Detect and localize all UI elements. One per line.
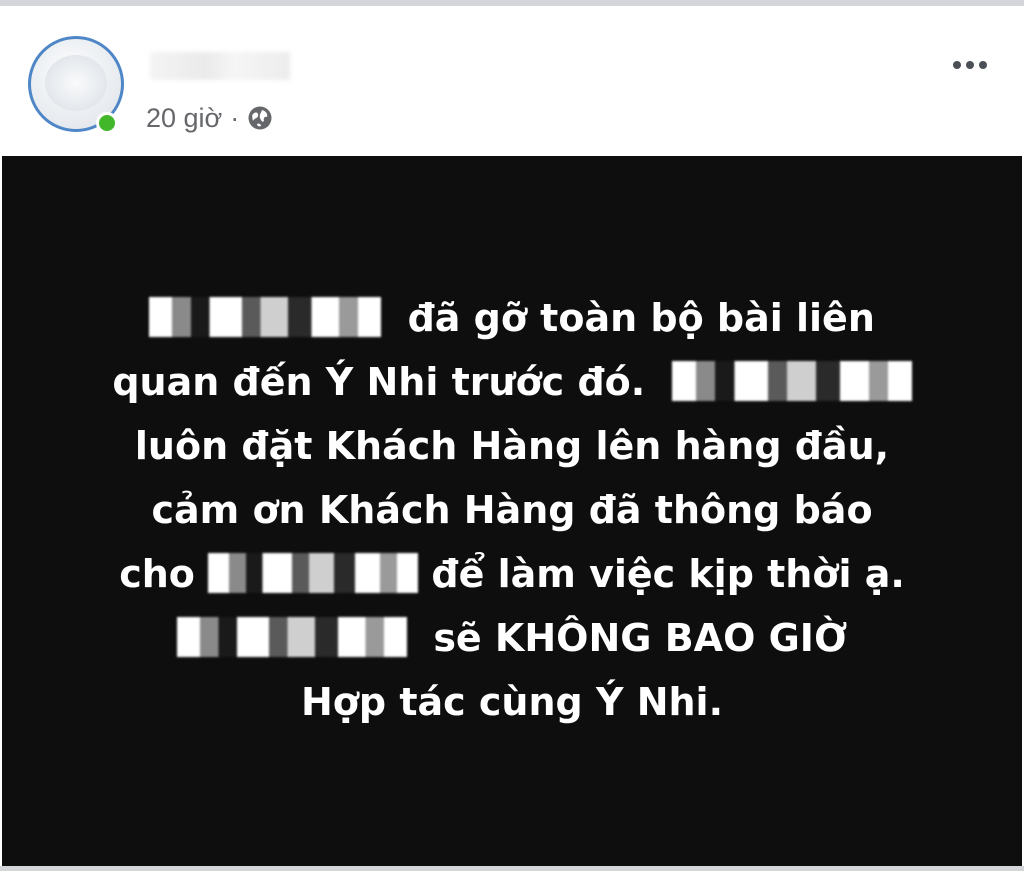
meta-separator: ·: [230, 102, 240, 133]
more-dot: [979, 61, 987, 69]
status-line-text: cho: [119, 552, 195, 596]
status-line-6: sẽ KHÔNG BAO GIỜ: [2, 606, 1022, 670]
status-line-5: cho để làm việc kịp thời ạ.: [2, 542, 1022, 606]
redacted-pixelation: [149, 297, 382, 337]
post-meta: 20 giờ ·: [146, 98, 273, 138]
post-timestamp[interactable]: 20 giờ: [146, 103, 222, 134]
bottom-divider: [0, 866, 1024, 871]
author-name-redacted[interactable]: [150, 52, 290, 80]
redacted-pixelation: [208, 553, 419, 593]
more-dot: [953, 61, 961, 69]
globe-icon[interactable]: [247, 105, 273, 131]
online-status-icon: [96, 112, 118, 134]
status-text: đã gỡ toàn bộ bài liên quan đến Ý Nhi tr…: [2, 286, 1022, 734]
more-options-icon[interactable]: [946, 50, 994, 80]
status-line-text: để làm việc kịp thời ạ.: [431, 552, 905, 596]
redacted-pixelation: [671, 361, 912, 401]
redacted-pixelation: [176, 617, 407, 657]
status-line-text: đã gỡ toàn bộ bài liên: [407, 296, 875, 340]
status-line-text: Hợp tác cùng Ý Nhi.: [300, 680, 724, 724]
status-background: đã gỡ toàn bộ bài liên quan đến Ý Nhi tr…: [2, 156, 1022, 866]
status-line-7: Hợp tác cùng Ý Nhi.: [2, 670, 1022, 734]
status-line-text: cảm ơn Khách Hàng đã thông báo: [151, 488, 873, 532]
status-line-3: luôn đặt Khách Hàng lên hàng đầu,: [2, 414, 1022, 478]
status-line-text: luôn đặt Khách Hàng lên hàng đầu,: [134, 424, 890, 468]
status-line-text: quan đến Ý Nhi trước đó.: [112, 360, 646, 404]
status-line-1: đã gỡ toàn bộ bài liên: [2, 286, 1022, 350]
more-dot: [966, 61, 974, 69]
status-line-4: cảm ơn Khách Hàng đã thông báo: [2, 478, 1022, 542]
status-line-text: sẽ KHÔNG BAO GIỜ: [433, 616, 848, 660]
post-header: 20 giờ ·: [0, 6, 1024, 156]
status-line-2: quan đến Ý Nhi trước đó.: [2, 350, 1022, 414]
post-card: 20 giờ · đã gỡ toàn bộ bài liên quan đến…: [0, 0, 1024, 871]
